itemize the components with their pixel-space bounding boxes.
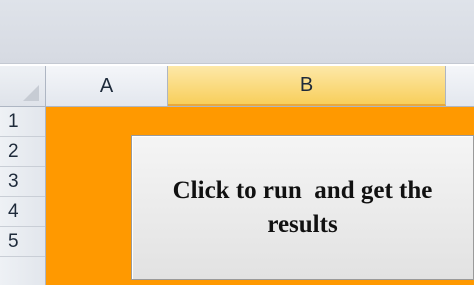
row-header-1[interactable]: 1 xyxy=(0,107,45,137)
row-header-2[interactable]: 2 xyxy=(0,137,45,167)
select-all-icon xyxy=(23,85,39,101)
run-macro-button[interactable]: Click to run and get the results xyxy=(131,135,474,280)
column-header-b[interactable]: B xyxy=(168,66,446,106)
row-header-3[interactable]: 3 xyxy=(0,167,45,197)
ribbon-strip xyxy=(0,0,474,64)
column-header-a[interactable]: A xyxy=(46,66,168,106)
column-header-row: A B xyxy=(0,66,474,107)
row-header-5[interactable]: 5 xyxy=(0,227,45,257)
column-header-c[interactable] xyxy=(446,66,474,106)
button-label-line2: results xyxy=(267,210,338,238)
button-label-line1: Click to run and get the xyxy=(172,176,433,204)
row-header-column: 1 2 3 4 5 xyxy=(0,107,46,285)
select-all-corner[interactable] xyxy=(0,66,46,106)
run-macro-button-label: Click to run and get the results xyxy=(138,174,468,242)
row-header-4[interactable]: 4 xyxy=(0,197,45,227)
